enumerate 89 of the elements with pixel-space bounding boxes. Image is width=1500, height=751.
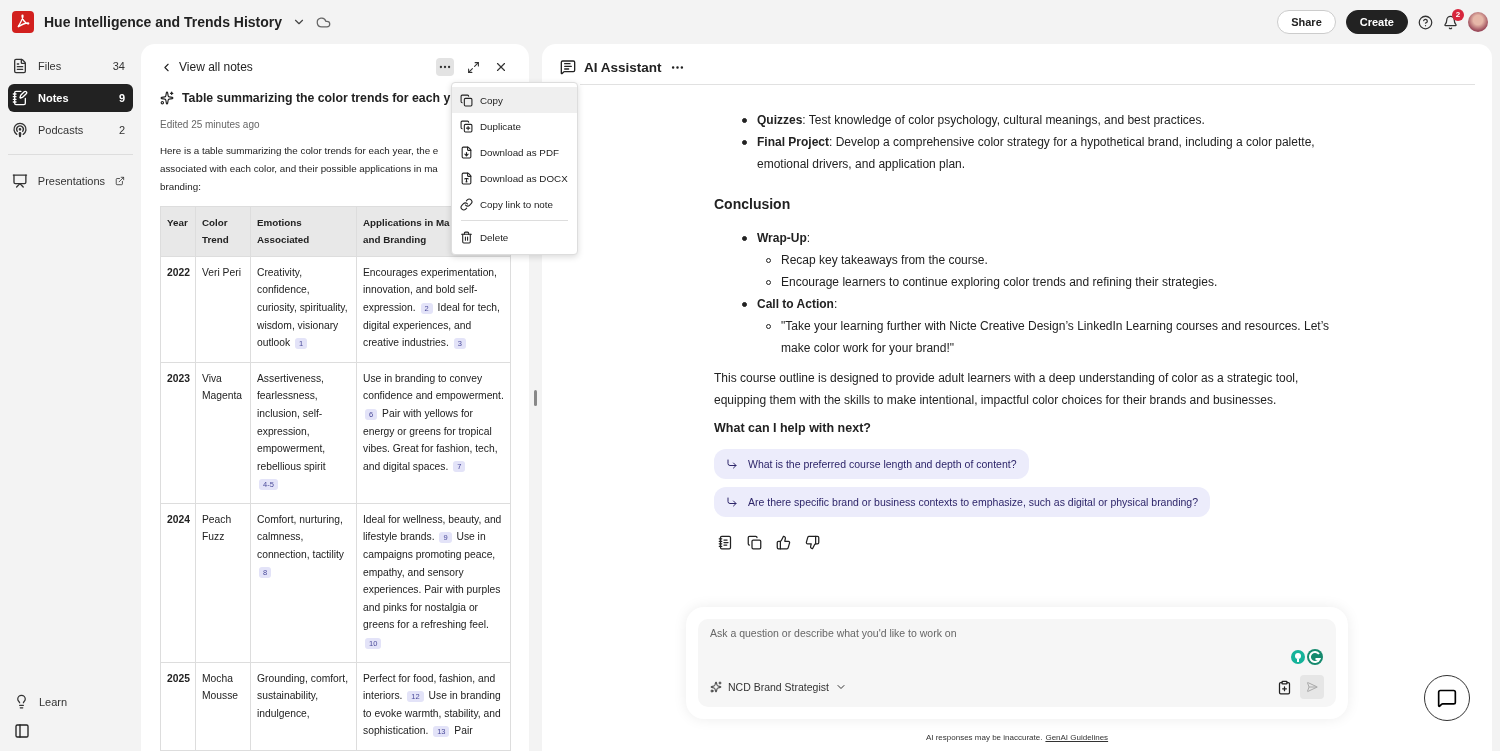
sidebar-item-icon — [12, 58, 28, 74]
list-item-text: "Take your learning further with Nicte Creative Design’s LinkedIn Learning courses and resources. Let’s make color work for your brand!" — [781, 318, 1331, 357]
table-cell: 2023 — [160, 362, 196, 504]
menu-item[interactable]: Duplicate — [452, 113, 577, 139]
table-cell: Peach Fuzz — [195, 503, 251, 663]
lightbulb-icon[interactable] — [14, 694, 29, 709]
send-icon — [1306, 681, 1318, 693]
sidebar-item[interactable]: Podcasts 2 — [8, 116, 133, 144]
resize-handle[interactable] — [534, 389, 537, 406]
bullet-dot — [742, 236, 747, 241]
note-intro: Here is a table summarizing the color trends for each year, the e associated with each color, and their possible applications in ma branding: — [160, 143, 439, 194]
notebook-icon[interactable] — [718, 535, 733, 550]
list-item-text: Final Project: Develop a comprehensive color strategy for a hypothetical brand, including a color palette, emotional drivers, and application plan. — [757, 134, 1316, 173]
list-item-text: Call to Action: — [757, 296, 838, 313]
sidebar-item-count: 34 — [112, 60, 125, 72]
learn-link[interactable]: Learn — [39, 695, 68, 708]
menu-item[interactable]: Copy — [452, 87, 577, 113]
back-link[interactable]: View all notes — [160, 60, 426, 75]
section-heading: Conclusion — [714, 195, 792, 214]
table-cell: 2022 — [160, 256, 196, 363]
bullet-dot — [742, 118, 747, 123]
sparkle-icon — [710, 681, 722, 693]
notification-badge: 2 — [1452, 8, 1464, 21]
menu-item-icon — [460, 119, 473, 133]
copy-icon[interactable] — [747, 535, 762, 550]
sidebar-item-count: 9 — [118, 92, 125, 104]
bullet-dot — [742, 302, 747, 307]
writing-assistant-icon[interactable] — [1290, 647, 1324, 667]
sidebar-item-count: 2 — [118, 124, 125, 136]
list-item-text: Quizzes: Test knowledge of color psychology, cultural meanings, and best practices. — [757, 112, 1205, 129]
sidebar-item-label: Podcasts — [38, 124, 85, 136]
chat-icon — [1437, 688, 1457, 708]
cloud-icon[interactable] — [316, 14, 332, 30]
share-button[interactable]: Share — [1277, 10, 1336, 34]
sidebar-item-icon — [12, 90, 28, 106]
more-button[interactable] — [436, 58, 454, 77]
arrow-icon — [726, 496, 738, 508]
arrow-icon — [726, 458, 738, 470]
create-button[interactable]: Create — [1345, 10, 1408, 34]
table-cell: Veri Peri — [195, 256, 251, 363]
help-icon[interactable] — [1418, 14, 1433, 30]
list-item-text: Wrap-Up: — [757, 230, 811, 247]
app-logo-icon[interactable] — [12, 11, 34, 33]
thumbs-down-icon[interactable] — [805, 535, 820, 550]
sparkle-icon — [160, 90, 174, 105]
suggestion-chip[interactable]: Are there specific brand or business contexts to emphasize, such as digital or physical branding? — [714, 487, 1210, 517]
sidebar-item-label: Files — [38, 60, 63, 72]
expand-icon — [466, 60, 480, 74]
column-header: Year — [160, 206, 196, 257]
prompt-heading: What can I help with next? — [714, 420, 872, 437]
table-cell: Mocha Mousse — [195, 662, 251, 751]
column-header: Color Trend — [195, 206, 251, 257]
bell-icon[interactable] — [1443, 14, 1458, 30]
document-title: Hue Intelligence and Trends History — [44, 14, 283, 30]
menu-item-icon — [460, 230, 473, 244]
list-item-text: Recap key takeaways from the course. — [781, 252, 988, 269]
attach-icon[interactable] — [1277, 679, 1292, 695]
sidebar-item-icon — [12, 173, 28, 189]
sidebar-item-label: Notes — [38, 92, 70, 104]
guidelines-link[interactable]: GenAI Guidelines — [1045, 732, 1109, 742]
sidebar-item-icon — [12, 122, 28, 138]
assistant-picker[interactable]: NCD Brand Strategist — [710, 681, 847, 693]
panel-toggle-icon[interactable] — [14, 723, 30, 739]
thumbs-up-icon[interactable] — [776, 535, 791, 550]
suggestion-chip[interactable]: What is the preferred course length and depth of content? — [714, 449, 1029, 479]
disclaimer-text: AI responses may be inaccurate. — [925, 732, 1043, 742]
sidebar-item[interactable]: Notes 9 — [8, 84, 133, 112]
table-cell: Viva Magenta — [195, 362, 251, 504]
table-cell: Grounding, comfort, sustainability, indulgence, — [250, 662, 357, 751]
table-cell: 2024 — [160, 503, 196, 663]
edited-time: Edited 25 minutes ago — [160, 118, 260, 130]
sidebar-item[interactable]: Files 34 — [8, 52, 133, 80]
panel-title: AI Assistant — [584, 59, 662, 75]
menu-item[interactable]: Download as PDF — [452, 139, 577, 165]
sidebar-item-label: Presentations — [37, 175, 106, 187]
menu-item[interactable]: Download as DOCX — [452, 165, 577, 191]
menu-item-icon — [460, 93, 473, 107]
menu-item-icon — [460, 197, 473, 211]
bullet-dot — [742, 140, 747, 145]
prompt-field[interactable]: Ask a question or describe what you'd like to work on NCD Brand Strategist — [698, 619, 1336, 707]
menu-item-icon — [460, 145, 473, 159]
note-title: Table summarizing the color trends for each y — [182, 90, 451, 105]
table-cell: 2025 — [160, 662, 196, 751]
column-header: Emotions Associated — [250, 206, 357, 257]
menu-item-icon — [460, 171, 473, 185]
sidebar-item[interactable]: Presentations — [8, 167, 133, 195]
avatar[interactable] — [1468, 12, 1488, 32]
list-item-text: Encourage learners to continue exploring color trends and refining their strategies. — [781, 274, 1218, 291]
paragraph: This course outline is designed to provide adult learners with a deep understanding of color as a strategic tool, equipping them with the skills to make intentional, impactful color choices for their brands and businesses. — [714, 370, 1300, 409]
